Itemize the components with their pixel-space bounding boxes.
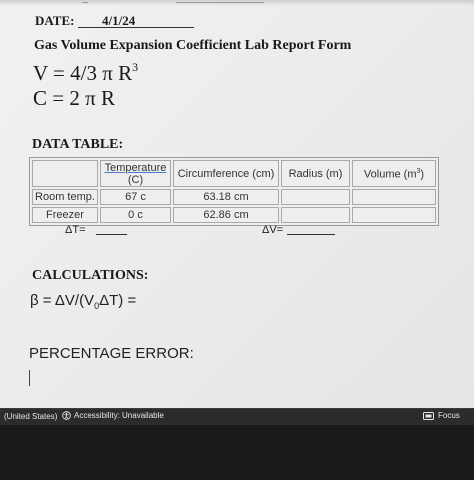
temperature-cell[interactable]: 67 c <box>100 189 171 205</box>
volume-formula: V = 4/3 π R3 <box>33 60 138 86</box>
temperature-cell[interactable]: 0 c <box>100 207 171 223</box>
delta-t-label: ΔT= <box>65 224 86 236</box>
table-row: Room temp. 67 c 63.18 cm <box>32 189 436 205</box>
beta-suffix: ΔT) = <box>99 292 137 309</box>
header-cell-volume[interactable]: Volume (m3) <box>352 160 436 187</box>
circumference-cell[interactable]: 62.86 cm <box>173 207 279 223</box>
focus-label: Focus <box>438 411 460 420</box>
circumference-cell[interactable]: 63.18 cm <box>173 189 279 205</box>
header-cell-empty[interactable] <box>32 160 98 187</box>
radius-cell[interactable] <box>281 189 350 205</box>
date-label: DATE: <box>35 13 75 28</box>
circumference-formula: C = 2 π R <box>33 86 115 110</box>
row-label-cell[interactable]: Room temp. <box>32 189 98 205</box>
page-top-shadow <box>0 0 474 6</box>
temperature-header-line1: Temperature <box>104 161 167 174</box>
beta-prefix: β = ΔV/(V <box>30 292 95 309</box>
table-row: Freezer 0 c 62.86 cm <box>32 207 436 223</box>
accessibility-icon <box>62 411 71 420</box>
row-label-cell[interactable]: Freezer <box>32 207 98 223</box>
focus-mode-button[interactable]: Focus <box>423 411 460 420</box>
volume-cell[interactable] <box>352 189 436 205</box>
delta-v-label: ΔV= <box>262 224 284 236</box>
focus-icon <box>423 411 434 420</box>
volume-header-close: ) <box>420 168 425 181</box>
desk-background <box>0 425 474 480</box>
top-rule <box>82 2 88 3</box>
table-header-row: Temperature (C) Circumference (cm) Radius… <box>32 160 436 187</box>
top-rule <box>176 2 264 3</box>
temperature-header-line2: (C) <box>127 173 144 186</box>
accessibility-status[interactable]: Accessibility: Unavailable <box>62 411 164 420</box>
accessibility-label: Accessibility: Unavailable <box>74 411 164 420</box>
date-value[interactable]: 4/1/24 <box>102 13 135 29</box>
header-cell-circumference[interactable]: Circumference (cm) <box>173 160 279 187</box>
form-title: Gas Volume Expansion Coefficient Lab Rep… <box>34 38 352 53</box>
text-cursor[interactable] <box>29 370 30 386</box>
data-table: Temperature (C) Circumference (cm) Radius… <box>29 157 439 226</box>
date-underline <box>78 27 194 28</box>
status-bar: (United States) Accessibility: Unavailab… <box>0 408 474 426</box>
header-cell-temperature[interactable]: Temperature (C) <box>100 160 171 187</box>
radius-cell[interactable] <box>281 207 350 223</box>
calculations-title: CALCULATIONS: <box>32 268 149 283</box>
volume-formula-text: V = 4/3 π R <box>33 61 133 85</box>
volume-header-text: Volume (m <box>363 168 417 181</box>
percentage-error-title: PERCENTAGE ERROR: <box>29 345 194 362</box>
document-page: DATE: 4/1/24 Gas Volume Expansion Coeffi… <box>0 0 474 408</box>
volume-formula-exponent: 3 <box>132 60 139 74</box>
delta-v-blank[interactable] <box>287 234 335 235</box>
delta-t-blank[interactable] <box>96 234 127 235</box>
header-cell-radius[interactable]: Radius (m) <box>281 160 350 187</box>
data-table-title: DATA TABLE: <box>32 137 124 152</box>
beta-formula: β = ΔV/(V0ΔT) = <box>30 292 136 311</box>
language-status[interactable]: (United States) <box>4 412 57 421</box>
volume-cell[interactable] <box>352 207 436 223</box>
